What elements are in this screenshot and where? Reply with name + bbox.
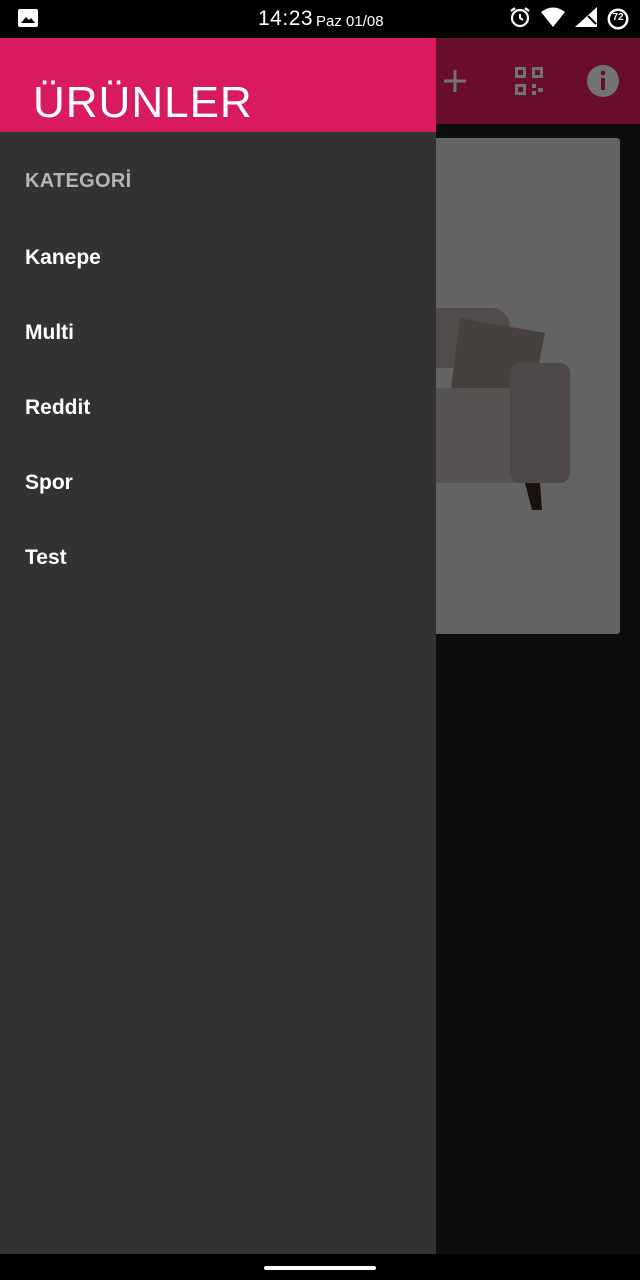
drawer-header: ÜRÜNLER: [0, 38, 436, 132]
drawer-item-test[interactable]: Test: [0, 520, 436, 595]
battery-level: 72: [612, 12, 624, 23]
alarm-icon: [508, 5, 532, 34]
wifi-icon: [540, 6, 566, 33]
drawer-item-spor[interactable]: Spor: [0, 445, 436, 520]
status-date: Paz 01/08: [316, 13, 384, 30]
drawer-item-multi[interactable]: Multi: [0, 295, 436, 370]
image-icon: [18, 9, 38, 27]
navigation-drawer: ÜRÜNLER KATEGORİ Kanepe Multi Reddit Spo…: [0, 38, 436, 1254]
signal-icon: [574, 6, 598, 33]
status-time: 14:23: [258, 7, 314, 30]
drawer-item-reddit[interactable]: Reddit: [0, 370, 436, 445]
drawer-item-kanepe[interactable]: Kanepe: [0, 220, 436, 295]
drawer-title: ÜRÜNLER: [33, 78, 253, 127]
home-gesture-handle[interactable]: [264, 1266, 376, 1270]
system-nav-bar: [0, 1254, 640, 1280]
category-section-header: KATEGORİ: [25, 170, 132, 192]
category-list: Kanepe Multi Reddit Spor Test: [0, 220, 436, 595]
status-bar: 14:23 Paz 01/08 72: [0, 0, 640, 38]
battery-icon: 72: [606, 7, 630, 31]
